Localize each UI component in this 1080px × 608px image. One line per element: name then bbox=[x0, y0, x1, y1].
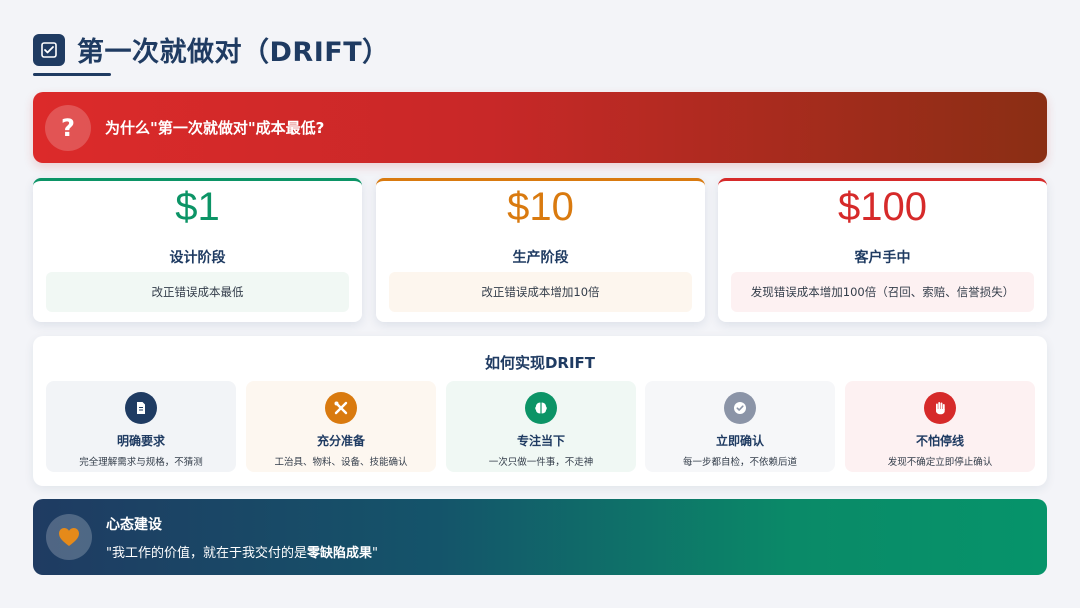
quote-prefix: "我工作的价值，就在于我交付的是 bbox=[106, 545, 307, 561]
check-badge-icon bbox=[724, 392, 756, 424]
step-desc: 每一步都自检，不依赖后道 bbox=[682, 457, 797, 468]
stop-hand-icon bbox=[924, 392, 956, 424]
cost-amount: $10 bbox=[507, 185, 574, 229]
step-desc: 发现不确定立即停止确认 bbox=[887, 457, 993, 468]
drift-title: 如何实现DRIFT bbox=[484, 354, 596, 372]
cost-desc: 改正错误成本最低 bbox=[46, 272, 349, 312]
tools-icon bbox=[325, 392, 357, 424]
document-icon bbox=[125, 392, 157, 424]
mindset-banner: 心态建设 "我工作的价值，就在于我交付的是零缺陷成果" bbox=[33, 499, 1047, 575]
cost-amount: $1 bbox=[175, 185, 220, 229]
cost-amount: $100 bbox=[838, 185, 927, 229]
mindset-quote: "我工作的价值，就在于我交付的是零缺陷成果" bbox=[106, 542, 378, 561]
question-banner: ? 为什么"第一次就做对"成本最低? bbox=[33, 92, 1047, 163]
question-mark-icon: ? bbox=[45, 104, 91, 151]
step-desc: 完全理解需求与规格，不猜测 bbox=[79, 457, 203, 468]
quote-suffix: " bbox=[372, 545, 378, 561]
checklist-icon bbox=[33, 33, 65, 66]
cost-card-production: $10 生产阶段 改正错误成本增加10倍 bbox=[376, 178, 705, 322]
brain-icon bbox=[525, 392, 557, 424]
cost-stage: 客户手中 bbox=[854, 250, 911, 266]
cost-desc: 改正错误成本增加10倍 bbox=[389, 272, 692, 312]
drift-step-clear-requirements: 明确要求 完全理解需求与规格，不猜测 bbox=[46, 381, 236, 472]
drift-panel: 如何实现DRIFT 明确要求 完全理解需求与规格，不猜测 充分准备 工治具、物料… bbox=[33, 336, 1047, 486]
step-desc: 工治具、物料、设备、技能确认 bbox=[274, 457, 408, 468]
quote-emphasis: 零缺陷成果 bbox=[306, 545, 372, 561]
drift-step-preparation: 充分准备 工治具、物料、设备、技能确认 bbox=[246, 381, 436, 472]
drift-step-confirm: 立即确认 每一步都自检，不依赖后道 bbox=[645, 381, 835, 472]
step-title: 明确要求 bbox=[116, 434, 165, 448]
step-title: 不怕停线 bbox=[915, 434, 964, 448]
cost-card-customer: $100 客户手中 发现错误成本增加100倍（召回、索赔、信誉损失） bbox=[718, 178, 1047, 322]
mindset-title: 心态建设 bbox=[106, 516, 162, 533]
cost-desc: 发现错误成本增加100倍（召回、索赔、信誉损失） bbox=[731, 272, 1034, 312]
cost-stage: 设计阶段 bbox=[169, 250, 226, 266]
question-text: 为什么"第一次就做对"成本最低? bbox=[105, 119, 325, 137]
page-title: 第一次就做对（DRIFT） bbox=[77, 37, 390, 68]
step-title: 充分准备 bbox=[316, 434, 365, 448]
step-title: 专注当下 bbox=[516, 434, 565, 448]
cost-card-design: $1 设计阶段 改正错误成本最低 bbox=[33, 178, 362, 322]
step-title: 立即确认 bbox=[715, 434, 764, 448]
cost-stage: 生产阶段 bbox=[512, 250, 569, 266]
header: 第一次就做对（DRIFT） bbox=[33, 30, 390, 69]
step-desc: 一次只做一件事，不走神 bbox=[488, 457, 594, 468]
heart-icon bbox=[46, 514, 92, 560]
drift-step-stop-line: 不怕停线 发现不确定立即停止确认 bbox=[845, 381, 1035, 472]
drift-step-focus: 专注当下 一次只做一件事，不走神 bbox=[446, 381, 636, 472]
title-underline bbox=[33, 73, 111, 76]
